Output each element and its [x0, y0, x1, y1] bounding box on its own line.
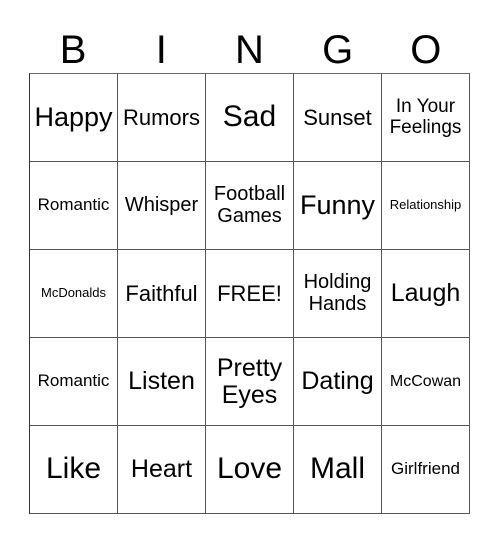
bingo-cell[interactable]: Like [30, 426, 118, 514]
bingo-cell[interactable]: Pretty Eyes [206, 338, 294, 426]
bingo-cell[interactable]: Sad [206, 74, 294, 162]
bingo-cell[interactable]: Football Games [206, 162, 294, 250]
bingo-cell[interactable]: In Your Feelings [382, 74, 470, 162]
bingo-cell[interactable]: Heart [118, 426, 206, 514]
header-letter-n: N [235, 28, 264, 72]
free-space-cell[interactable]: FREE! [206, 250, 294, 338]
header-letter-o: O [410, 28, 442, 72]
bingo-cell[interactable]: Funny [294, 162, 382, 250]
header-letter-b: B [59, 28, 87, 72]
bingo-cell[interactable]: Romantic [30, 338, 118, 426]
bingo-cell[interactable]: Laugh [382, 250, 470, 338]
bingo-cell[interactable]: Whisper [118, 162, 206, 250]
bingo-cell[interactable]: Romantic [30, 162, 118, 250]
bingo-cell[interactable]: McCowan [382, 338, 470, 426]
bingo-header: B I N G O [29, 28, 470, 72]
header-letter-i: I [155, 28, 167, 72]
bingo-cell[interactable]: Sunset [294, 74, 382, 162]
bingo-cell[interactable]: Faithful [118, 250, 206, 338]
bingo-cell[interactable]: McDonalds [30, 250, 118, 338]
bingo-cell[interactable]: Relationship [382, 162, 470, 250]
header-letter-g: G [322, 28, 354, 72]
bingo-cell[interactable]: Happy [30, 74, 118, 162]
bingo-cell[interactable]: Listen [118, 338, 206, 426]
bingo-cell[interactable]: Rumors [118, 74, 206, 162]
bingo-cell[interactable]: Holding Hands [294, 250, 382, 338]
bingo-card-grid: Happy Rumors Sad Sunset In Your Feelings… [29, 73, 470, 514]
bingo-cell[interactable]: Dating [294, 338, 382, 426]
bingo-cell[interactable]: Girlfriend [382, 426, 470, 514]
bingo-cell[interactable]: Mall [294, 426, 382, 514]
bingo-cell[interactable]: Love [206, 426, 294, 514]
